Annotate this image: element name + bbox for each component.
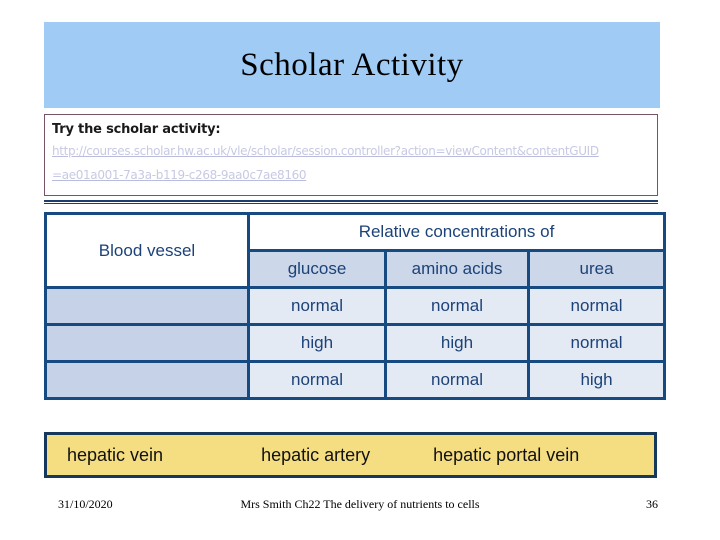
table-row: normal normal normal: [47, 289, 664, 323]
cell-urea-3: high: [530, 363, 664, 397]
header-urea: urea: [530, 252, 664, 286]
header-blood-vessel: Blood vessel: [47, 215, 247, 286]
vessel-answer-cell-1[interactable]: [47, 289, 247, 323]
vessel-answer-cell-3[interactable]: [47, 363, 247, 397]
blood-vessel-concentration-table: Blood vessel Relative concentrations of …: [44, 212, 667, 400]
table-header-row-1: Blood vessel Relative concentrations of: [47, 215, 664, 286]
answer-term-hepatic-artery[interactable]: hepatic artery: [261, 445, 370, 466]
page-title: Scholar Activity: [240, 46, 464, 83]
cell-amino-acids-1: normal: [387, 289, 527, 323]
slide-footer: 31/10/2020 Mrs Smith Ch22 The delivery o…: [0, 494, 720, 534]
cell-urea-2: normal: [530, 326, 664, 360]
footer-date: 31/10/2020: [58, 497, 113, 511]
scholar-activity-box: Try the scholar activity: http://courses…: [44, 114, 658, 196]
cell-glucose-1: normal: [250, 289, 384, 323]
scholar-activity-link-line-2[interactable]: =ae01a001-7a3a-b119-c268-9aa0c7ae8160: [52, 163, 657, 187]
cell-glucose-3: normal: [250, 363, 384, 397]
answer-term-hepatic-portal-vein[interactable]: hepatic portal vein: [433, 445, 579, 466]
answer-term-hepatic-vein[interactable]: hepatic vein: [67, 445, 163, 466]
header-glucose: glucose: [250, 252, 384, 286]
slide-title-band: Scholar Activity: [44, 22, 660, 108]
divider-rule-bottom: [44, 203, 658, 204]
table-row: normal normal high: [47, 363, 664, 397]
footer-title: Mrs Smith Ch22 The delivery of nutrients…: [240, 497, 480, 511]
header-relative-concentrations: Relative concentrations of: [250, 215, 664, 249]
cell-urea-1: normal: [530, 289, 664, 323]
answer-bank-box: hepatic vein hepatic artery hepatic port…: [44, 432, 657, 478]
cell-amino-acids-2: high: [387, 326, 527, 360]
header-amino-acids: amino acids: [387, 252, 527, 286]
table-row: high high normal: [47, 326, 664, 360]
cell-glucose-2: high: [250, 326, 384, 360]
divider-rule-top: [44, 200, 658, 202]
activity-prompt-label: Try the scholar activity:: [52, 122, 221, 137]
scholar-activity-link-line-1[interactable]: http://courses.scholar.hw.ac.uk/vle/scho…: [52, 139, 657, 163]
footer-page-number: 36: [646, 497, 658, 511]
cell-amino-acids-3: normal: [387, 363, 527, 397]
vessel-answer-cell-2[interactable]: [47, 326, 247, 360]
